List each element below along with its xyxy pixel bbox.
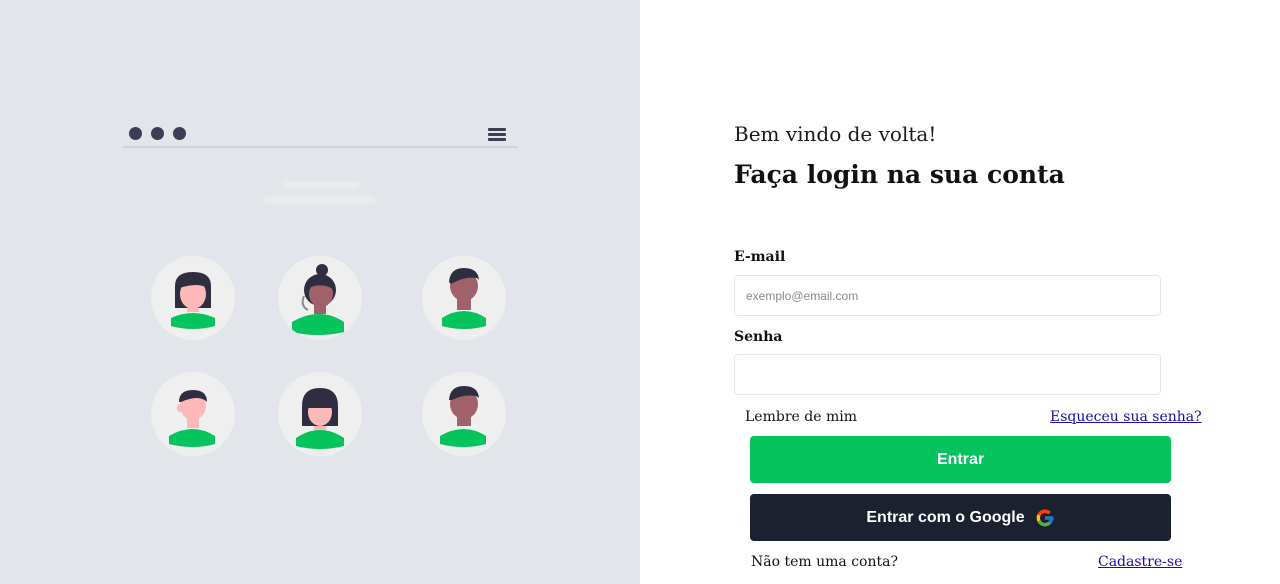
email-field[interactable] xyxy=(734,275,1161,316)
google-login-button-label: Entrar com o Google xyxy=(866,508,1025,526)
forgot-password-link[interactable]: Esqueceu sua senha? xyxy=(1050,409,1202,425)
window-dot-icon xyxy=(151,127,164,140)
window-dot-icon xyxy=(173,127,186,140)
google-login-button[interactable]: Entrar com o Google xyxy=(750,494,1171,541)
login-button-label: Entrar xyxy=(936,450,985,468)
avatar-man-dark-skin-icon xyxy=(422,256,506,340)
page-title: Faça login na sua conta xyxy=(734,160,1065,189)
hamburger-menu-icon xyxy=(488,128,506,141)
login-button[interactable]: Entrar xyxy=(750,436,1171,483)
no-account-text: Não tem uma conta? xyxy=(751,554,898,570)
remember-me-label[interactable]: Lembre de mim xyxy=(745,409,857,425)
password-field[interactable] xyxy=(734,354,1161,395)
avatar-man-dark-skin-2-icon xyxy=(422,372,506,456)
signup-link[interactable]: Cadastre-se xyxy=(1098,554,1182,570)
placeholder-line xyxy=(282,182,360,188)
avatar-woman-short-hair-icon xyxy=(151,256,235,340)
welcome-text: Bem vindo de volta! xyxy=(734,122,937,146)
password-label: Senha xyxy=(734,329,783,345)
avatar-man-light-skin-icon xyxy=(151,372,235,456)
placeholder-line xyxy=(264,197,376,203)
google-icon xyxy=(1036,509,1053,526)
email-label: E-mail xyxy=(734,249,786,265)
illustration-panel xyxy=(0,0,640,584)
avatar-woman-bun-icon xyxy=(278,256,362,340)
login-panel: Bem vindo de volta! Faça login na sua co… xyxy=(640,0,1280,584)
window-dot-icon xyxy=(129,127,142,140)
illustration-window-bar xyxy=(123,118,518,148)
avatar-woman-bangs-icon xyxy=(278,372,362,456)
